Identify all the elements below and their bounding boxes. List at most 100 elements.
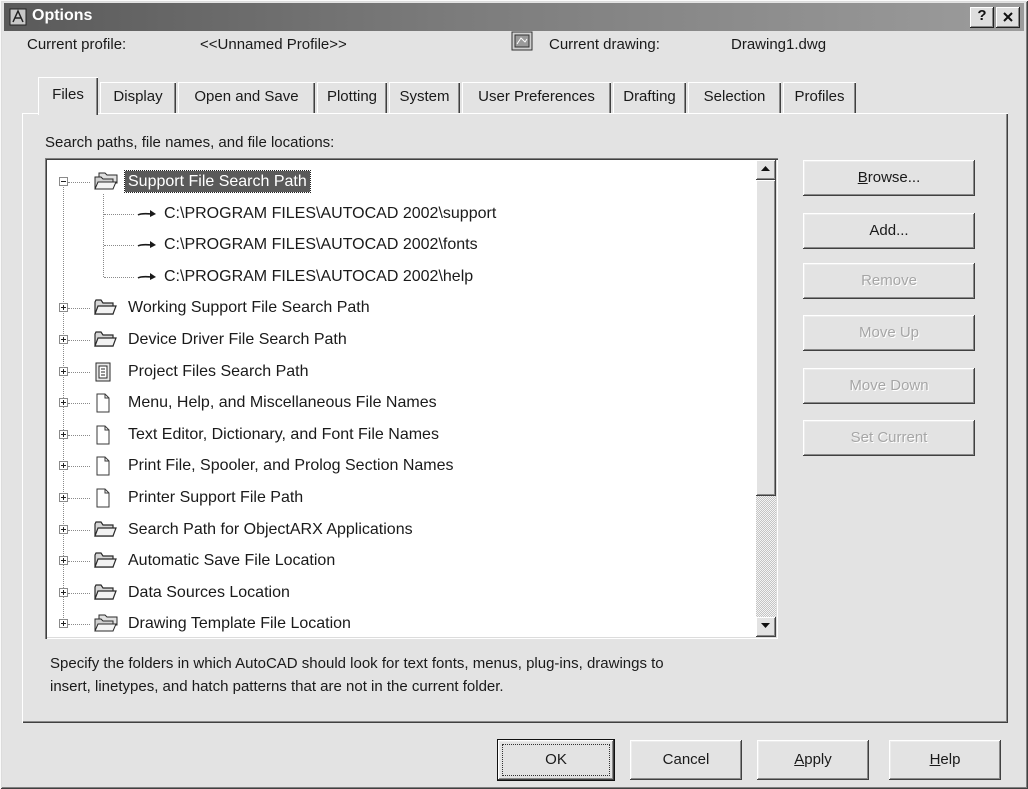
folder-icon <box>93 297 117 317</box>
description-line: insert, linetypes, and hatch patterns th… <box>50 678 504 695</box>
move-down-button[interactable]: Move Down <box>803 368 975 404</box>
tree-node-objectarx-search-path[interactable]: Search Path for ObjectARX Applications <box>47 514 754 546</box>
expand-toggle-icon[interactable] <box>59 587 68 597</box>
tree-node-device-driver-file-search-path[interactable]: Device Driver File Search Path <box>47 324 754 356</box>
tree-node-automatic-save-file-location[interactable]: Automatic Save File Location <box>47 545 754 577</box>
tree-path-label: C:\PROGRAM FILES\AUTOCAD 2002\help <box>164 267 474 285</box>
close-button[interactable] <box>996 7 1020 28</box>
item-description: Specify the folders in which AutoCAD sho… <box>50 652 664 698</box>
folder-icon <box>93 550 117 570</box>
ok-button[interactable]: OK <box>498 740 614 780</box>
tree-node-label: Project Files Search Path <box>128 362 309 380</box>
expand-toggle-icon[interactable] <box>59 429 68 439</box>
cancel-button[interactable]: Cancel <box>630 740 742 780</box>
tree-node-menu-help-misc-file-names[interactable]: Menu, Help, and Miscellaneous File Names <box>47 387 754 419</box>
title-bar[interactable]: Options ? <box>4 3 1024 31</box>
current-profile-value: <<Unnamed Profile>> <box>200 36 347 53</box>
expand-toggle-icon[interactable] <box>59 461 68 471</box>
tab-open-and-save[interactable]: Open and Save <box>178 82 315 113</box>
path-arrow-icon <box>137 240 157 250</box>
expand-toggle-icon[interactable] <box>59 303 68 313</box>
project-icon <box>93 361 113 383</box>
current-drawing-value: Drawing1.dwg <box>731 36 827 53</box>
tree-connector <box>68 308 90 310</box>
tree-node-support-file-search-path[interactable]: Support File Search Path <box>47 166 754 198</box>
browse-button[interactable]: Browse... <box>803 160 975 196</box>
remove-button[interactable]: Remove <box>803 263 975 299</box>
tab-drafting[interactable]: Drafting <box>613 82 686 113</box>
tree-connector <box>68 403 90 405</box>
scroll-down-icon <box>761 623 770 628</box>
options-dialog: Options ? Current profile: <<Unnamed Pro… <box>0 0 1028 789</box>
expand-toggle-icon[interactable] <box>59 366 68 376</box>
tree-node-label: Print File, Spooler, and Prolog Section … <box>128 457 454 475</box>
tab-selection[interactable]: Selection <box>688 82 781 113</box>
tree-path-item[interactable]: C:\PROGRAM FILES\AUTOCAD 2002\fonts <box>47 229 754 261</box>
folder-icon <box>93 519 117 539</box>
tree-connector <box>68 182 90 183</box>
expand-toggle-icon[interactable] <box>59 492 68 502</box>
path-arrow-icon <box>137 209 157 219</box>
scroll-down-button[interactable] <box>756 617 776 637</box>
focus-rect <box>502 744 610 776</box>
tree-items: Support File Search Path C:\PROGRAM FILE… <box>47 160 754 637</box>
tree-node-print-file-spooler-prolog-names[interactable]: Print File, Spooler, and Prolog Section … <box>47 450 754 482</box>
tree-node-drawing-template-file-location[interactable]: Drawing Template File Location <box>47 608 754 639</box>
tab-user-preferences[interactable]: User Preferences <box>462 82 611 113</box>
tree-path-item[interactable]: C:\PROGRAM FILES\AUTOCAD 2002\help <box>47 261 754 293</box>
set-current-button-label: Set Current <box>850 429 928 446</box>
close-icon <box>1003 12 1013 22</box>
remove-button-label: Remove <box>861 272 917 289</box>
expand-toggle-icon[interactable] <box>59 619 68 629</box>
collapse-toggle-icon[interactable] <box>59 177 68 186</box>
add-button[interactable]: Add... <box>803 213 975 249</box>
section-label: Search paths, file names, and file locat… <box>45 134 335 151</box>
scroll-up-button[interactable] <box>756 160 776 180</box>
help-title-button[interactable]: ? <box>970 7 994 28</box>
expand-toggle-icon[interactable] <box>59 524 68 534</box>
path-arrow-icon <box>137 272 157 282</box>
tab-display[interactable]: Display <box>100 82 176 113</box>
tree-connector <box>104 245 134 247</box>
expand-toggle-icon[interactable] <box>59 334 68 344</box>
tree-connector <box>68 339 90 341</box>
tree-node-data-sources-location[interactable]: Data Sources Location <box>47 577 754 609</box>
search-paths-tree[interactable]: Support File Search Path C:\PROGRAM FILE… <box>45 158 778 639</box>
apply-button[interactable]: Apply <box>757 740 869 780</box>
description-line: Specify the folders in which AutoCAD sho… <box>50 655 664 672</box>
window-title: Options <box>32 7 93 24</box>
tab-files[interactable]: Files <box>38 77 98 115</box>
tree-connector <box>68 561 90 563</box>
tree-node-text-editor-dictionary-font-file-names[interactable]: Text Editor, Dictionary, and Font File N… <box>47 419 754 451</box>
file-icon <box>93 455 113 477</box>
tree-node-label: Printer Support File Path <box>128 488 304 506</box>
tab-plotting[interactable]: Plotting <box>317 82 387 113</box>
help-button-label: Help <box>929 751 961 768</box>
move-down-button-label: Move Down <box>849 377 929 394</box>
tree-node-label: Drawing Template File Location <box>128 615 351 633</box>
tree-node-working-support-file-search-path[interactable]: Working Support File Search Path <box>47 292 754 324</box>
current-drawing-label: Current drawing: <box>549 36 660 53</box>
tree-node-printer-support-file-path[interactable]: Printer Support File Path <box>47 482 754 514</box>
vertical-scrollbar[interactable] <box>756 160 776 637</box>
expand-toggle-icon[interactable] <box>59 398 68 408</box>
tree-node-project-files-search-path[interactable]: Project Files Search Path <box>47 356 754 388</box>
file-icon <box>93 487 113 509</box>
tree-node-label: Menu, Help, and Miscellaneous File Names <box>128 394 437 412</box>
browse-button-label: Browse... <box>857 169 921 186</box>
current-profile-label: Current profile: <box>27 36 127 53</box>
move-up-button[interactable]: Move Up <box>803 315 975 351</box>
tree-node-label: Data Sources Location <box>128 583 290 601</box>
tree-path-item[interactable]: C:\PROGRAM FILES\AUTOCAD 2002\support <box>47 198 754 230</box>
expand-toggle-icon[interactable] <box>59 556 68 566</box>
cancel-button-label: Cancel <box>662 751 710 768</box>
set-current-button[interactable]: Set Current <box>803 420 975 456</box>
scroll-thumb[interactable] <box>756 180 776 496</box>
add-button-label: Add... <box>869 222 909 239</box>
tab-system[interactable]: System <box>389 82 460 113</box>
folders-icon <box>93 613 119 633</box>
tab-profiles[interactable]: Profiles <box>783 82 856 113</box>
help-button[interactable]: Help <box>889 740 1001 780</box>
tree-connector <box>68 497 90 499</box>
folders-icon <box>93 171 119 191</box>
